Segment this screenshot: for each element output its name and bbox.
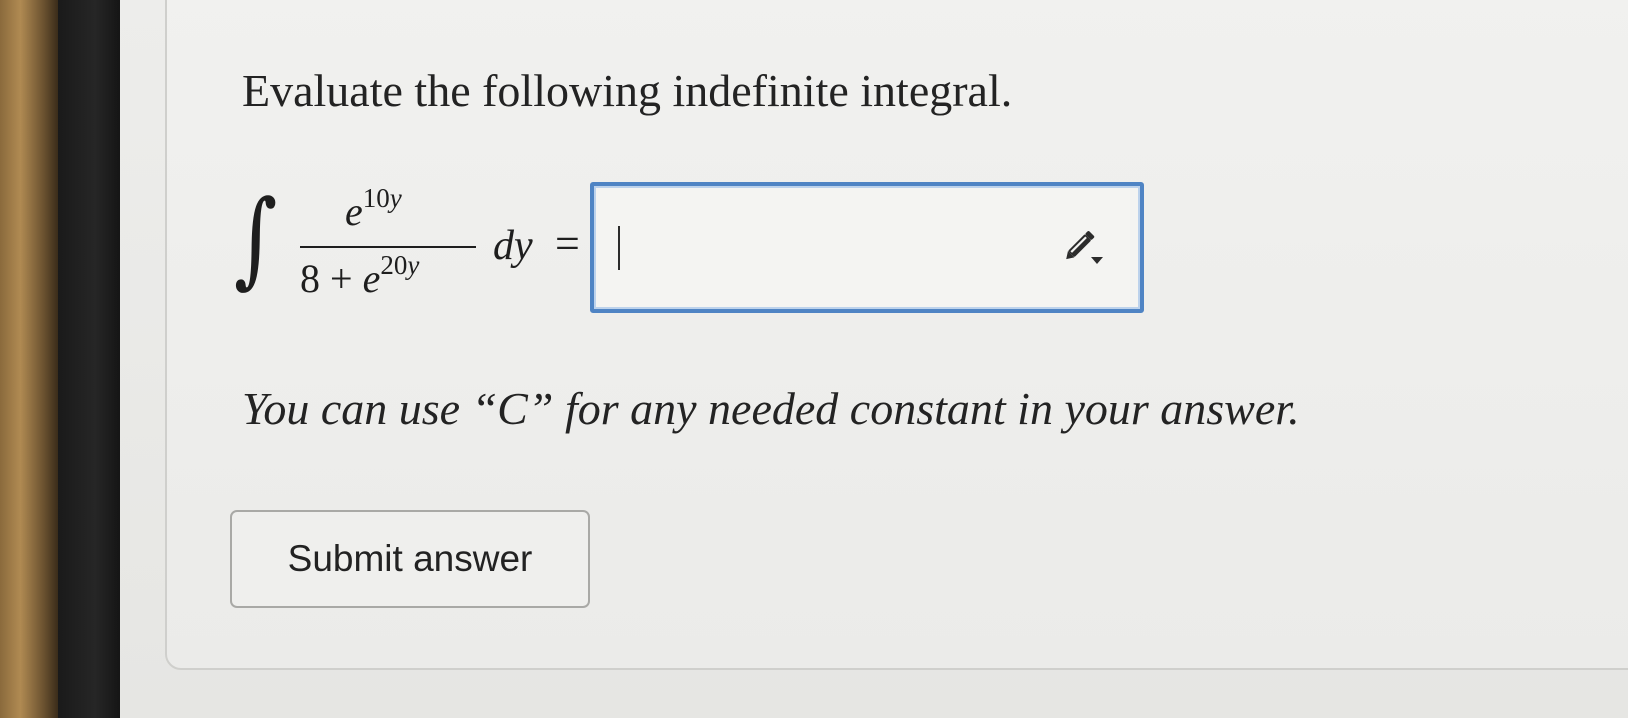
monitor-bezel (58, 0, 120, 718)
denominator-base: e (362, 256, 381, 301)
pencil-dropdown-icon[interactable] (1058, 224, 1106, 272)
equals-sign: = (555, 219, 580, 268)
hint-text: You can use “C” for any needed constant … (242, 383, 1300, 434)
question-title: Evaluate the following indefinite integr… (242, 65, 1013, 116)
monitor-frame-edge (0, 0, 58, 718)
answer-input[interactable] (590, 182, 1144, 313)
differential: dy (493, 223, 533, 269)
denominator-constant: 8 (300, 256, 320, 301)
denominator-exponent: 20y (380, 250, 420, 280)
integral-sign: ∫ (234, 177, 278, 299)
submit-answer-button[interactable]: Submit answer (230, 510, 590, 608)
plus-operator: + (330, 256, 353, 301)
numerator-base: e (345, 189, 363, 234)
text-cursor (618, 226, 620, 270)
integrand-denominator: 8 + e20y (300, 250, 419, 302)
integrand-numerator: e10y (345, 183, 402, 235)
fraction-bar (300, 246, 476, 248)
numerator-exponent: 10y (362, 183, 402, 213)
